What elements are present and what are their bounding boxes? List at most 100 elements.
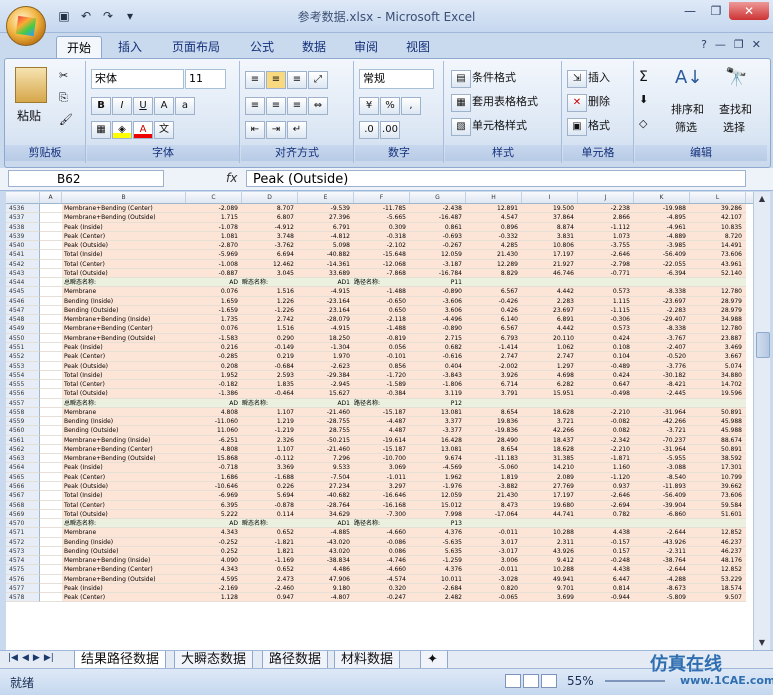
cell-value[interactable]: 12.780 bbox=[690, 287, 746, 297]
cell-value[interactable]: 28.490 bbox=[466, 435, 522, 445]
cell-value[interactable]: 0.682 bbox=[410, 342, 466, 353]
autosum-icon[interactable]: Σ bbox=[639, 69, 648, 85]
cell-value[interactable]: 2.089 bbox=[522, 472, 578, 482]
cell-value[interactable]: -4.496 bbox=[410, 315, 466, 325]
cell-value[interactable]: 0.820 bbox=[466, 583, 522, 594]
row-number[interactable]: 4539 bbox=[6, 231, 40, 242]
page-layout-view-icon[interactable] bbox=[523, 674, 539, 688]
cell-value[interactable]: 8.654 bbox=[466, 407, 522, 418]
cell-value[interactable]: 49.941 bbox=[522, 574, 578, 584]
cell-value[interactable]: -40.682 bbox=[298, 491, 354, 501]
cell-label[interactable]: Peak (Center) bbox=[62, 593, 186, 603]
cell-value[interactable]: -0.489 bbox=[578, 361, 634, 371]
cell[interactable] bbox=[40, 472, 62, 482]
cell-value[interactable]: -0.878 bbox=[242, 500, 298, 510]
cell-value[interactable]: 0.208 bbox=[186, 361, 242, 371]
cell-value[interactable]: 10.288 bbox=[522, 565, 578, 575]
cell-label[interactable]: Bending (Inside) bbox=[62, 537, 186, 547]
cell-value[interactable]: -21.460 bbox=[298, 444, 354, 455]
cell-value[interactable]: 31.385 bbox=[522, 454, 578, 464]
cell-value[interactable]: -22.055 bbox=[634, 259, 690, 269]
shrink-font-icon[interactable]: a bbox=[175, 97, 195, 115]
row-number[interactable]: 4568 bbox=[6, 500, 40, 510]
prev-sheet-icon[interactable]: ◀ bbox=[22, 653, 29, 663]
cell-value[interactable]: -11.785 bbox=[354, 204, 410, 214]
cell-value[interactable]: -50.215 bbox=[298, 435, 354, 445]
cell[interactable] bbox=[690, 278, 746, 288]
cell-value[interactable]: -15.187 bbox=[354, 444, 410, 455]
cell-value[interactable]: 0.252 bbox=[186, 546, 242, 557]
cell-label[interactable]: 总瞬态名称: bbox=[62, 398, 186, 408]
cell-value[interactable]: -17.064 bbox=[466, 509, 522, 520]
cell-value[interactable]: 3.369 bbox=[242, 463, 298, 473]
row-number[interactable]: 4567 bbox=[6, 491, 40, 501]
row-number[interactable]: 4574 bbox=[6, 556, 40, 566]
cell-value[interactable]: 19.500 bbox=[522, 204, 578, 214]
cell-value[interactable]: 1.297 bbox=[522, 361, 578, 371]
cell-value[interactable]: 38.592 bbox=[690, 454, 746, 464]
cell-value[interactable]: -1.259 bbox=[410, 556, 466, 566]
cell-value[interactable]: 9.674 bbox=[410, 454, 466, 464]
cell-value[interactable]: -3.762 bbox=[242, 241, 298, 251]
cell-value[interactable]: 18.628 bbox=[522, 407, 578, 418]
cell-value[interactable]: 0.104 bbox=[578, 352, 634, 362]
cell-label[interactable]: Total (Outside) bbox=[62, 509, 186, 520]
next-sheet-icon[interactable]: ▶ bbox=[33, 653, 40, 663]
cell-value[interactable]: 6.793 bbox=[466, 333, 522, 343]
cell-value[interactable]: -10.700 bbox=[354, 454, 410, 464]
row-number[interactable]: 4549 bbox=[6, 324, 40, 334]
cell-value[interactable]: -2.238 bbox=[578, 204, 634, 214]
paste-icon[interactable] bbox=[15, 67, 47, 103]
cell[interactable] bbox=[522, 398, 578, 408]
cell[interactable] bbox=[40, 537, 62, 547]
cell-value[interactable]: 2.866 bbox=[578, 213, 634, 223]
cell[interactable] bbox=[466, 398, 522, 408]
cell-value[interactable]: 5.074 bbox=[690, 361, 746, 371]
cell[interactable] bbox=[40, 491, 62, 501]
cell-value[interactable]: 59.584 bbox=[690, 500, 746, 510]
cell-value[interactable]: 19.680 bbox=[522, 500, 578, 510]
cell-value[interactable]: 33.689 bbox=[298, 268, 354, 279]
cell-value[interactable]: 21.927 bbox=[522, 259, 578, 269]
percent-button[interactable]: % bbox=[380, 97, 400, 115]
cell-value[interactable]: 46.237 bbox=[690, 537, 746, 547]
cell-value[interactable]: -0.011 bbox=[466, 565, 522, 575]
cell-label[interactable]: Bending (Outside) bbox=[62, 305, 186, 316]
cell-value[interactable]: 10.799 bbox=[690, 472, 746, 482]
vertical-scrollbar[interactable]: ▲ ▼ bbox=[753, 192, 770, 650]
cell-value[interactable]: -56.409 bbox=[634, 250, 690, 260]
cell[interactable] bbox=[40, 407, 62, 418]
cell-value[interactable]: -2.118 bbox=[354, 315, 410, 325]
cell[interactable] bbox=[40, 463, 62, 473]
row-number[interactable]: 4553 bbox=[6, 361, 40, 371]
cell-value[interactable]: 14.210 bbox=[522, 463, 578, 473]
cell-value[interactable]: -5.809 bbox=[634, 593, 690, 603]
insert-cells-button[interactable]: ⇲ 插入 bbox=[567, 69, 610, 88]
cell-value[interactable]: 1.952 bbox=[186, 370, 242, 381]
cell-value[interactable]: -4.569 bbox=[410, 463, 466, 473]
first-sheet-icon[interactable]: |◀ bbox=[8, 653, 18, 663]
cell-value[interactable]: 47.906 bbox=[298, 574, 354, 584]
cell-value[interactable]: -42.266 bbox=[634, 417, 690, 427]
cell-value[interactable]: -0.890 bbox=[410, 324, 466, 334]
copy-icon[interactable]: ⎘ bbox=[59, 91, 68, 105]
cell-value[interactable]: -1.583 bbox=[186, 333, 242, 343]
fill-icon[interactable]: ⬇ bbox=[639, 93, 648, 106]
align-left-icon[interactable]: ≡ bbox=[245, 97, 265, 115]
cell-value[interactable]: -1.386 bbox=[186, 389, 242, 399]
cell-value[interactable]: -31.964 bbox=[634, 407, 690, 418]
cell[interactable] bbox=[40, 370, 62, 381]
cell-value[interactable]: 9.701 bbox=[522, 583, 578, 594]
cell-value[interactable]: 0.216 bbox=[186, 342, 242, 353]
cell-value[interactable]: 52.140 bbox=[690, 268, 746, 279]
cell-value[interactable]: -29.384 bbox=[298, 370, 354, 381]
cell[interactable]: AD bbox=[186, 519, 242, 529]
cell-value[interactable]: 0.309 bbox=[354, 222, 410, 232]
format-cells-button[interactable]: ▣ 格式 bbox=[567, 117, 610, 136]
cell-value[interactable]: 1.160 bbox=[578, 463, 634, 473]
row-number[interactable]: 4572 bbox=[6, 537, 40, 547]
cell-value[interactable]: 0.290 bbox=[242, 333, 298, 343]
cell-value[interactable]: -43.926 bbox=[634, 537, 690, 547]
cell-value[interactable]: -2.646 bbox=[578, 491, 634, 501]
tab-view[interactable]: 视图 bbox=[396, 36, 440, 58]
